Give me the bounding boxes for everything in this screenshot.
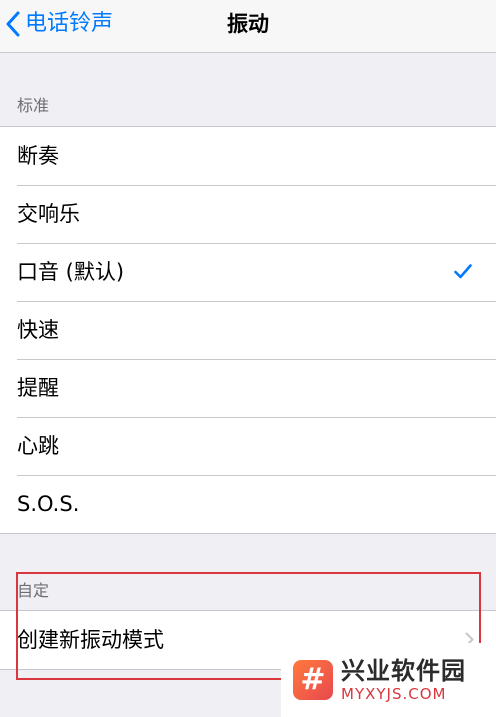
watermark-name: 兴业软件园: [341, 657, 466, 685]
vibration-item-label: 断奏: [17, 144, 59, 168]
watermark-text: 兴业软件园 MYXYJS.COM: [341, 657, 466, 703]
vibration-item-heartbeat[interactable]: 心跳: [0, 417, 496, 475]
section-header-custom: 自定: [17, 581, 50, 600]
vibration-item-accent-default[interactable]: 口音 (默认): [0, 243, 496, 301]
vibration-item-label: 快速: [17, 318, 59, 342]
back-button[interactable]: 电话铃声: [6, 9, 113, 39]
checkmark-icon: [454, 264, 472, 279]
vibration-item-label: 口音 (默认): [17, 260, 125, 284]
create-new-vibration-label: 创建新振动模式: [17, 628, 164, 652]
navigation-bar: 电话铃声 振动: [0, 0, 496, 53]
vibration-item-alert[interactable]: 提醒: [0, 359, 496, 417]
vibration-item-label: S.O.S.: [17, 492, 80, 516]
vibration-item-sos[interactable]: S.O.S.: [0, 475, 496, 533]
watermark-logo-icon: #: [293, 660, 333, 700]
vibration-item-rapid[interactable]: 快速: [0, 301, 496, 359]
vibration-item-symphony[interactable]: 交响乐: [0, 185, 496, 243]
back-button-label: 电话铃声: [25, 11, 114, 36]
vibration-item-label: 交响乐: [17, 202, 80, 226]
section-header-standard: 标准: [17, 96, 50, 115]
vibration-item-label: 提醒: [17, 376, 59, 400]
standard-vibrations-list: 断奏 交响乐 口音 (默认) 快速 提醒 心跳 S.O.S.: [0, 126, 496, 534]
vibration-item-staccato[interactable]: 断奏: [0, 127, 496, 185]
chevron-left-icon: [6, 11, 20, 37]
watermark-domain: MYXYJS.COM: [341, 685, 447, 703]
watermark: # 兴业软件园 MYXYJS.COM: [281, 643, 496, 717]
vibration-item-label: 心跳: [17, 434, 59, 458]
watermark-logo-glyph: #: [300, 662, 326, 697]
